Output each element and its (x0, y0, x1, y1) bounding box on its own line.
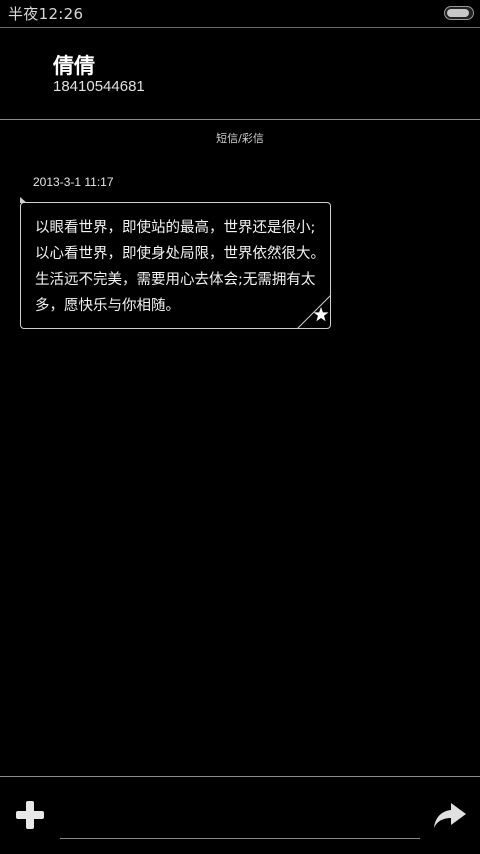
message-input[interactable] (60, 795, 420, 839)
message-type-label: 短信/彩信 (216, 132, 264, 145)
star-icon[interactable] (297, 295, 331, 329)
contact-name: 倩倩 (53, 54, 95, 78)
contact-header[interactable]: 倩倩 18410544681 (0, 28, 480, 120)
status-bar: 半夜12:26 (0, 0, 480, 28)
send-button[interactable] (432, 797, 468, 833)
battery-level (447, 9, 469, 17)
message-timestamp: 2013-3-1 11:17 (33, 175, 114, 189)
add-attachment-button[interactable] (13, 798, 47, 832)
forward-arrow-icon (434, 803, 466, 828)
message-bubble[interactable]: 以眼看世界，即使站的最高，世界还是很小;以心看世界，即使身处局限，世界依然很大。… (20, 197, 331, 329)
bubble-tail (20, 197, 27, 203)
message-text: 以眼看世界，即使站的最高，世界还是很小;以心看世界，即使身处局限，世界依然很大。… (35, 220, 325, 314)
plus-icon (16, 801, 44, 829)
status-time: 半夜12:26 (8, 5, 84, 23)
composer-bar (0, 776, 480, 854)
battery-icon (444, 6, 474, 20)
contact-number: 18410544681 (53, 78, 145, 95)
